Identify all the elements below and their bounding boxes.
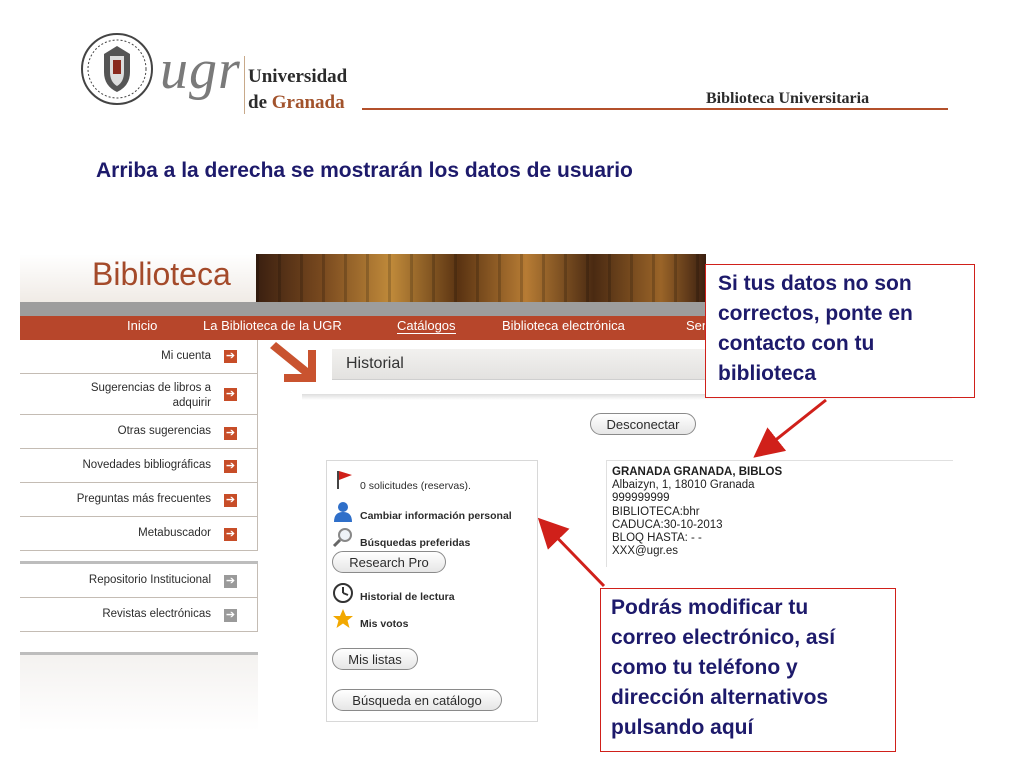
arrow-right-icon: ➔	[224, 388, 237, 401]
university-name: Universidad de Granada	[248, 64, 347, 116]
header-rule	[362, 108, 948, 110]
reading-history-link[interactable]: Historial de lectura	[360, 591, 455, 603]
arrow-right-icon: ➔	[224, 494, 237, 507]
arrow-right-icon: ➔	[224, 609, 237, 622]
saved-searches-link[interactable]: Búsquedas preferidas	[360, 537, 470, 549]
nav-servicios[interactable]: Ser	[686, 318, 706, 333]
university-name-accent: Granada	[271, 92, 345, 113]
nav-catalogos[interactable]: Catálogos	[397, 318, 456, 334]
callout-line: contacto con tu	[718, 332, 875, 355]
arrow-right-icon: ➔	[224, 528, 237, 541]
sidebar-item-label: Otras sugerencias	[117, 425, 211, 437]
logo-divider	[244, 56, 245, 114]
nav-biblioteca-electronica[interactable]: Biblioteca electrónica	[502, 318, 625, 333]
sidebar-item-label: Metabuscador	[138, 527, 211, 539]
sidebar-item-preguntas[interactable]: Preguntas más frecuentes ➔	[20, 483, 258, 517]
decorative-arrow-icon	[270, 342, 316, 382]
callout-line: Podrás modificar tu	[611, 596, 809, 619]
sidebar-item-label: Preguntas más frecuentes	[76, 493, 211, 505]
magnifier-icon	[332, 528, 352, 548]
site-title: Biblioteca	[92, 256, 231, 292]
sidebar-item-label: Sugerencias de libros a adquirir	[90, 382, 211, 409]
change-personal-info-link[interactable]: Cambiar información personal	[360, 510, 512, 522]
sidebar-footer-fade	[20, 655, 258, 731]
sidebar-item-revistas[interactable]: Revistas electrónicas ➔	[20, 598, 258, 632]
requests-link[interactable]: 0 solicitudes (reservas).	[360, 480, 471, 492]
user-blocked-until: BLOQ HASTA: - -	[612, 532, 702, 544]
library-title: Biblioteca Universitaria	[706, 90, 870, 107]
ugr-logo-text: ugr	[160, 39, 241, 101]
my-votes-link[interactable]: Mis votos	[360, 618, 408, 630]
arrow-right-icon: ➔	[224, 575, 237, 588]
arrow-right-icon: ➔	[224, 427, 237, 440]
user-email: XXX@ugr.es	[612, 545, 679, 557]
my-lists-button[interactable]: Mis listas	[332, 648, 418, 670]
slide-heading: Arriba a la derecha se mostrarán los dat…	[96, 159, 633, 182]
disconnect-button[interactable]: Desconectar	[590, 413, 696, 435]
callout-line: correo electrónico, así	[611, 626, 836, 649]
flag-icon	[337, 471, 352, 489]
callout-modify-contact: Podrás modificar tu correo electrónico, …	[600, 588, 896, 752]
person-icon	[334, 502, 352, 522]
nav-inicio[interactable]: Inicio	[127, 318, 157, 333]
sidebar-item-label: Revistas electrónicas	[102, 608, 211, 620]
arrow-to-user-data	[753, 398, 827, 458]
university-seal-logo	[81, 33, 153, 105]
arrow-right-icon: ➔	[224, 350, 237, 363]
sidebar-item-mi-cuenta[interactable]: Mi cuenta ➔	[20, 340, 258, 374]
university-name-prefix: de	[248, 92, 272, 113]
user-phone: 999999999	[612, 492, 670, 504]
sidebar-item-label: Mi cuenta	[161, 350, 211, 362]
callout-line: biblioteca	[718, 362, 817, 385]
section-title: Historial	[346, 355, 404, 372]
callout-line: pulsando aquí	[611, 716, 754, 739]
sidebar-item-novedades[interactable]: Novedades bibliográficas ➔	[20, 449, 258, 483]
sidebar-item-otras-sugerencias[interactable]: Otras sugerencias ➔	[20, 415, 258, 449]
star-icon	[333, 609, 353, 628]
clock-icon	[333, 583, 353, 603]
research-pro-button[interactable]: Research Pro	[332, 551, 446, 573]
sidebar-item-label: Novedades bibliográficas	[82, 459, 212, 471]
user-address: Albaizyn, 1, 18010 Granada	[612, 479, 755, 491]
user-library: BIBLIOTECA:bhr	[612, 506, 700, 518]
user-expiry: CADUCA:30-10-2013	[612, 519, 723, 531]
callout-incorrect-data: Si tus datos no son correctos, ponte en …	[705, 264, 975, 398]
banner-photo	[256, 254, 706, 302]
arrow-to-change-info	[537, 517, 606, 588]
callout-line: dirección alternativos	[611, 686, 829, 709]
sidebar-item-metabuscador[interactable]: Metabuscador ➔	[20, 517, 258, 551]
university-name-line1: Universidad	[248, 66, 348, 87]
sidebar-item-label: Repositorio Institucional	[88, 574, 211, 586]
callout-line: correctos, ponte en	[718, 302, 913, 325]
sidebar-item-sugerencias[interactable]: Sugerencias de libros a adquirir ➔	[20, 374, 258, 415]
university-name-line2: de Granada	[248, 90, 347, 116]
catalog-search-button[interactable]: Búsqueda en catálogo	[332, 689, 502, 711]
arrow-right-icon: ➔	[224, 460, 237, 473]
nav-la-biblioteca[interactable]: La Biblioteca de la UGR	[203, 318, 342, 333]
callout-line: Si tus datos no son	[718, 272, 912, 295]
sidebar-item-repositorio[interactable]: Repositorio Institucional ➔	[20, 564, 258, 598]
callout-line: como tu teléfono y	[611, 656, 798, 679]
user-name: GRANADA GRANADA, BIBLOS	[612, 466, 783, 478]
